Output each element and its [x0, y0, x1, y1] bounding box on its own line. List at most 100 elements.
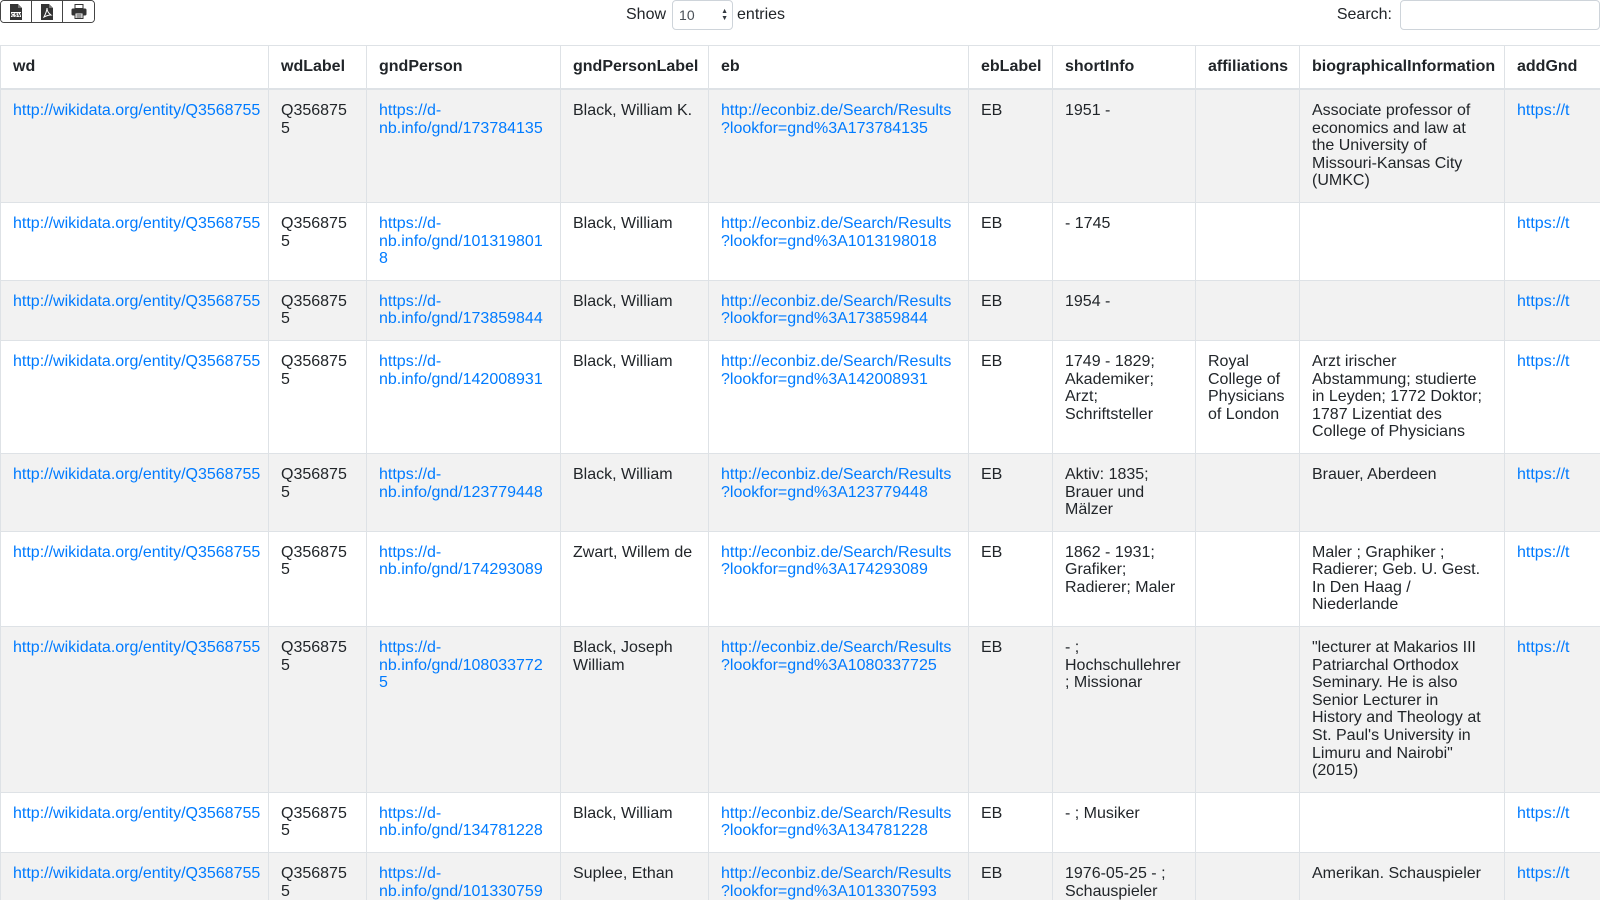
cell-addGnd-link[interactable]: https://t	[1517, 466, 1569, 483]
cell-addGnd-link[interactable]: https://t	[1517, 215, 1569, 232]
column-header-eb[interactable]: eb	[708, 45, 969, 90]
entries-select[interactable]: 10	[672, 0, 734, 30]
cell-addGnd-link[interactable]: https://t	[1517, 293, 1569, 310]
cell-gndPerson-link[interactable]: https://d-nb.info/gnd/1080337725	[379, 639, 543, 691]
cell-affiliations	[1195, 791, 1300, 854]
print-button[interactable]	[63, 1, 94, 22]
cell-wd: http://wikidata.org/entity/Q3568755	[0, 626, 269, 793]
entries-select-wrap: 10 ▲ ▼	[666, 0, 737, 30]
table-row: http://wikidata.org/entity/Q3568755 Q3568…	[0, 530, 1600, 628]
cell-addGnd-link[interactable]: https://t	[1517, 544, 1569, 561]
cell-wd: http://wikidata.org/entity/Q3568755	[0, 791, 269, 854]
cell-gndPerson-link[interactable]: https://d-nb.info/gnd/123779448	[379, 466, 543, 501]
cell-gndPerson-link[interactable]: https://d-nb.info/gnd/174293089	[379, 544, 543, 579]
cell-wd-link[interactable]: http://wikidata.org/entity/Q3568755	[13, 215, 260, 232]
cell-addGnd: https://t	[1504, 626, 1600, 793]
column-header-gndPersonLabel[interactable]: gndPersonLabel	[560, 45, 709, 90]
cell-wd: http://wikidata.org/entity/Q3568755	[0, 201, 269, 281]
cell-gndPerson-link[interactable]: https://d-nb.info/gnd/173784135	[379, 102, 543, 137]
cell-gndPerson: https://d-nb.info/gnd/173859844	[366, 279, 561, 341]
results-table: wd wdLabel gndPerson gndPersonLabel eb ebLabe…	[0, 45, 1600, 900]
cell-eb-link[interactable]: http://econbiz.de/Search/Results?lookfor…	[721, 215, 951, 250]
cell-affiliations	[1195, 626, 1300, 793]
cell-ebLabel: EB	[968, 279, 1053, 341]
table-toolbar: CSV Show 10 ▲ ▼ entries Search:	[0, 0, 1600, 44]
cell-gndPerson-link[interactable]: https://d-nb.info/gnd/173859844	[379, 293, 543, 328]
cell-shortInfo: - ; Hochschullehrer; Missionar	[1052, 626, 1196, 793]
column-header-biographicalInformation[interactable]: biographicalInformation	[1299, 45, 1505, 90]
column-header-ebLabel[interactable]: ebLabel	[968, 45, 1053, 90]
cell-shortInfo: - ; Musiker	[1052, 791, 1196, 854]
csv-file-icon: CSV	[10, 3, 22, 20]
table-row: http://wikidata.org/entity/Q3568755 Q3568…	[0, 452, 1600, 532]
cell-addGnd: https://t	[1504, 279, 1600, 341]
table-row: http://wikidata.org/entity/Q3568755 Q3568…	[0, 852, 1600, 900]
cell-wd-link[interactable]: http://wikidata.org/entity/Q3568755	[13, 102, 260, 119]
cell-biographicalInformation: Associate professor of economics and law…	[1299, 88, 1505, 203]
column-header-gndPerson[interactable]: gndPerson	[366, 45, 561, 90]
cell-wd-link[interactable]: http://wikidata.org/entity/Q3568755	[13, 293, 260, 310]
cell-eb-link[interactable]: http://econbiz.de/Search/Results?lookfor…	[721, 805, 951, 840]
table-row: http://wikidata.org/entity/Q3568755 Q3568…	[0, 201, 1600, 281]
cell-wd-link[interactable]: http://wikidata.org/entity/Q3568755	[13, 639, 260, 656]
cell-addGnd: https://t	[1504, 852, 1600, 900]
cell-ebLabel: EB	[968, 88, 1053, 203]
cell-biographicalInformation	[1299, 201, 1505, 281]
column-header-wdLabel[interactable]: wdLabel	[268, 45, 367, 90]
cell-eb-link[interactable]: http://econbiz.de/Search/Results?lookfor…	[721, 639, 951, 674]
cell-gndPersonLabel: Black, William	[560, 279, 709, 341]
column-header-shortInfo[interactable]: shortInfo	[1052, 45, 1196, 90]
cell-gndPerson-link[interactable]: https://d-nb.info/gnd/142008931	[379, 353, 543, 388]
cell-addGnd: https://t	[1504, 88, 1600, 203]
cell-ebLabel: EB	[968, 530, 1053, 628]
cell-biographicalInformation: Amerikan. Schauspieler	[1299, 852, 1505, 900]
cell-gndPerson-link[interactable]: https://d-nb.info/gnd/134781228	[379, 805, 543, 840]
cell-shortInfo: 1976-05-25 - ; Schauspieler	[1052, 852, 1196, 900]
cell-gndPersonLabel: Black, William	[560, 201, 709, 281]
cell-wd: http://wikidata.org/entity/Q3568755	[0, 88, 269, 203]
cell-gndPersonLabel: Black, William	[560, 791, 709, 854]
cell-wd-link[interactable]: http://wikidata.org/entity/Q3568755	[13, 544, 260, 561]
column-header-wd[interactable]: wd	[0, 45, 269, 90]
cell-wdLabel: Q3568755	[268, 852, 367, 900]
cell-wd-link[interactable]: http://wikidata.org/entity/Q3568755	[13, 466, 260, 483]
cell-affiliations	[1195, 852, 1300, 900]
cell-shortInfo: - 1745	[1052, 201, 1196, 281]
cell-gndPerson-link[interactable]: https://d-nb.info/gnd/1013198018	[379, 215, 543, 267]
cell-wd-link[interactable]: http://wikidata.org/entity/Q3568755	[13, 353, 260, 370]
cell-affiliations	[1195, 530, 1300, 628]
column-header-affiliations[interactable]: affiliations	[1195, 45, 1300, 90]
csv-export-button[interactable]: CSV	[1, 1, 32, 22]
cell-biographicalInformation	[1299, 279, 1505, 341]
cell-addGnd-link[interactable]: https://t	[1517, 865, 1569, 882]
cell-gndPerson: https://d-nb.info/gnd/174293089	[366, 530, 561, 628]
cell-wd-link[interactable]: http://wikidata.org/entity/Q3568755	[13, 805, 260, 822]
cell-wd-link[interactable]: http://wikidata.org/entity/Q3568755	[13, 865, 260, 882]
cell-addGnd: https://t	[1504, 791, 1600, 854]
cell-eb-link[interactable]: http://econbiz.de/Search/Results?lookfor…	[721, 353, 951, 388]
cell-affiliations	[1195, 201, 1300, 281]
cell-wdLabel: Q3568755	[268, 626, 367, 793]
cell-addGnd-link[interactable]: https://t	[1517, 102, 1569, 119]
table-row: http://wikidata.org/entity/Q3568755 Q3568…	[0, 88, 1600, 203]
cell-eb-link[interactable]: http://econbiz.de/Search/Results?lookfor…	[721, 544, 951, 579]
cell-addGnd-link[interactable]: https://t	[1517, 353, 1569, 370]
cell-wd: http://wikidata.org/entity/Q3568755	[0, 530, 269, 628]
cell-addGnd: https://t	[1504, 201, 1600, 281]
svg-text:CSV: CSV	[11, 12, 22, 18]
column-header-addGnd[interactable]: addGnd	[1504, 45, 1600, 90]
pdf-export-button[interactable]	[32, 1, 63, 22]
cell-eb-link[interactable]: http://econbiz.de/Search/Results?lookfor…	[721, 102, 951, 137]
cell-ebLabel: EB	[968, 201, 1053, 281]
cell-eb: http://econbiz.de/Search/Results?lookfor…	[708, 530, 969, 628]
cell-addGnd-link[interactable]: https://t	[1517, 805, 1569, 822]
search-label: Search:	[1336, 6, 1392, 23]
search-input[interactable]	[1400, 0, 1600, 30]
cell-eb-link[interactable]: http://econbiz.de/Search/Results?lookfor…	[721, 466, 951, 501]
cell-eb-link[interactable]: http://econbiz.de/Search/Results?lookfor…	[721, 293, 951, 328]
cell-affiliations	[1195, 88, 1300, 203]
cell-eb-link[interactable]: http://econbiz.de/Search/Results?lookfor…	[721, 865, 951, 900]
cell-gndPerson-link[interactable]: https://d-nb.info/gnd/1013307593	[379, 865, 543, 900]
cell-addGnd-link[interactable]: https://t	[1517, 639, 1569, 656]
cell-biographicalInformation	[1299, 791, 1505, 854]
